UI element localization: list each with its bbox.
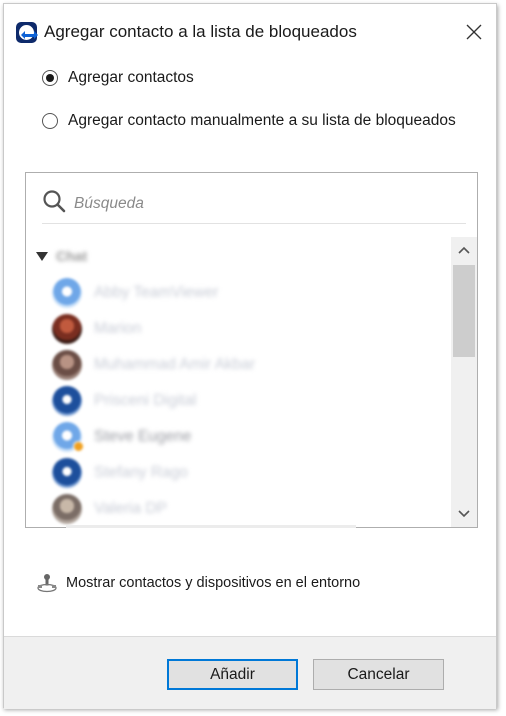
- avatar: [52, 422, 84, 452]
- dialog-footer: Añadir Cancelar: [4, 636, 496, 709]
- radio-add-manually[interactable]: Agregar contacto manualmente a su lista …: [42, 110, 456, 132]
- list-item[interactable]: Steve Eugene: [52, 419, 452, 455]
- status-away-icon: [73, 441, 84, 452]
- dialog-window: Agregar contacto a la lista de bloqueado…: [3, 3, 497, 709]
- avatar: [52, 386, 82, 416]
- list-item[interactable]: Muhammad Amir Akbar: [52, 347, 452, 383]
- show-environment-label: Mostrar contactos y dispositivos en el e…: [66, 575, 361, 591]
- title-bar: Agregar contacto a la lista de bloqueado…: [4, 4, 496, 56]
- list-item[interactable]: Prisceni Digital: [52, 383, 452, 419]
- radio-label-add-manually: Agregar contacto manualmente a su lista …: [68, 112, 456, 129]
- list-item[interactable]: Abby TeamViewer: [52, 275, 452, 311]
- contact-name: Steve Eugene: [94, 428, 192, 445]
- contact-list: Abby TeamViewer Marion Muhammad Amir Akb…: [52, 275, 452, 527]
- scrollbar-thumb[interactable]: [453, 265, 475, 357]
- contact-name: Prisceni Digital: [94, 392, 197, 409]
- group-header-chat[interactable]: Chat: [36, 247, 87, 265]
- scroll-up-button[interactable]: [451, 239, 477, 261]
- radio-button-unchecked[interactable]: [42, 113, 58, 129]
- contact-name: Stefany Rago: [94, 464, 188, 481]
- list-item[interactable]: Marion: [52, 311, 452, 347]
- divider: [66, 525, 356, 528]
- chevron-up-icon: [458, 246, 470, 254]
- nearby-devices-icon: [37, 574, 57, 593]
- scroll-down-button[interactable]: [451, 503, 477, 525]
- close-button[interactable]: [460, 18, 488, 46]
- contact-name: Abby TeamViewer: [94, 284, 219, 301]
- dialog-title: Agregar contacto a la lista de bloqueado…: [44, 22, 357, 41]
- avatar: [52, 350, 82, 380]
- caret-down-icon[interactable]: [36, 251, 48, 261]
- avatar: [52, 278, 82, 308]
- search-box[interactable]: [42, 187, 466, 224]
- chevron-down-icon: [458, 510, 470, 518]
- avatar: [52, 458, 82, 488]
- teamviewer-logo-icon: [16, 22, 38, 43]
- contact-list-panel: Chat Abby TeamViewer Marion Muhammad Ami…: [25, 172, 478, 528]
- radio-label-add-contacts: Agregar contactos: [68, 69, 194, 86]
- contact-name: Valeria DP: [94, 500, 167, 517]
- cancel-button[interactable]: Cancelar: [313, 659, 444, 690]
- radio-button-checked[interactable]: [42, 70, 58, 86]
- contact-name: Marion: [94, 320, 142, 337]
- show-environment-link[interactable]: Mostrar contactos y dispositivos en el e…: [36, 572, 360, 594]
- avatar: [52, 314, 82, 344]
- list-item[interactable]: Stefany Rago: [52, 455, 452, 491]
- group-name: Chat: [56, 248, 88, 264]
- close-icon: [466, 24, 482, 40]
- radio-add-contacts[interactable]: Agregar contactos: [42, 67, 194, 89]
- list-item[interactable]: Valeria DP: [52, 491, 452, 527]
- vertical-scrollbar[interactable]: [451, 237, 477, 527]
- contact-name: Muhammad Amir Akbar: [94, 356, 256, 373]
- search-icon: [43, 190, 66, 213]
- search-input[interactable]: [72, 191, 456, 217]
- avatar: [52, 494, 82, 524]
- add-button[interactable]: Añadir: [167, 659, 298, 690]
